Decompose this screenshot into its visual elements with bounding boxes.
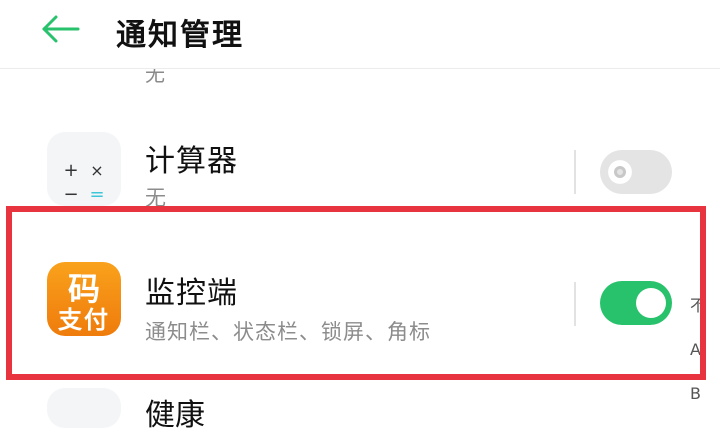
svg-text:−: − xyxy=(63,184,78,205)
svg-text:×: × xyxy=(90,161,103,180)
index-letter[interactable]: B xyxy=(690,384,701,403)
page-title: 通知管理 xyxy=(116,18,244,53)
index-letter[interactable]: 不 xyxy=(690,292,706,316)
mazhifu-app-icon: 码 支付 xyxy=(47,262,121,336)
index-letter[interactable]: A xyxy=(690,340,701,359)
arrow-left-icon xyxy=(42,15,80,43)
svg-text:+: + xyxy=(63,160,78,181)
notification-toggle-monitor[interactable] xyxy=(600,281,672,325)
toggle-knob xyxy=(636,288,666,318)
app-subtitle-calculator: 无 xyxy=(145,186,167,210)
list-item-calculator[interactable]: + × − = 计算器 无 xyxy=(0,118,720,210)
app-subtitle-monitor: 通知栏、状态栏、锁屏、角标 xyxy=(145,320,431,344)
next-item-name: 健康 xyxy=(145,398,205,433)
next-item-icon xyxy=(47,388,121,428)
toggle-knob xyxy=(608,160,632,184)
app-header: 通知管理 xyxy=(0,0,720,69)
app-name-calculator: 计算器 xyxy=(145,144,238,179)
back-button[interactable] xyxy=(38,12,82,46)
notification-toggle-calculator[interactable] xyxy=(600,150,672,194)
app-name-monitor: 监控端 xyxy=(145,276,238,311)
row-divider xyxy=(574,282,576,326)
row-divider xyxy=(574,150,576,194)
svg-text:=: = xyxy=(89,184,104,205)
list-item-monitor[interactable]: 码 支付 监控端 通知栏、状态栏、锁屏、角标 xyxy=(0,248,720,358)
app-icon-text-bottom: 支付 xyxy=(58,305,110,334)
calculator-icon: + × − = xyxy=(47,132,121,206)
